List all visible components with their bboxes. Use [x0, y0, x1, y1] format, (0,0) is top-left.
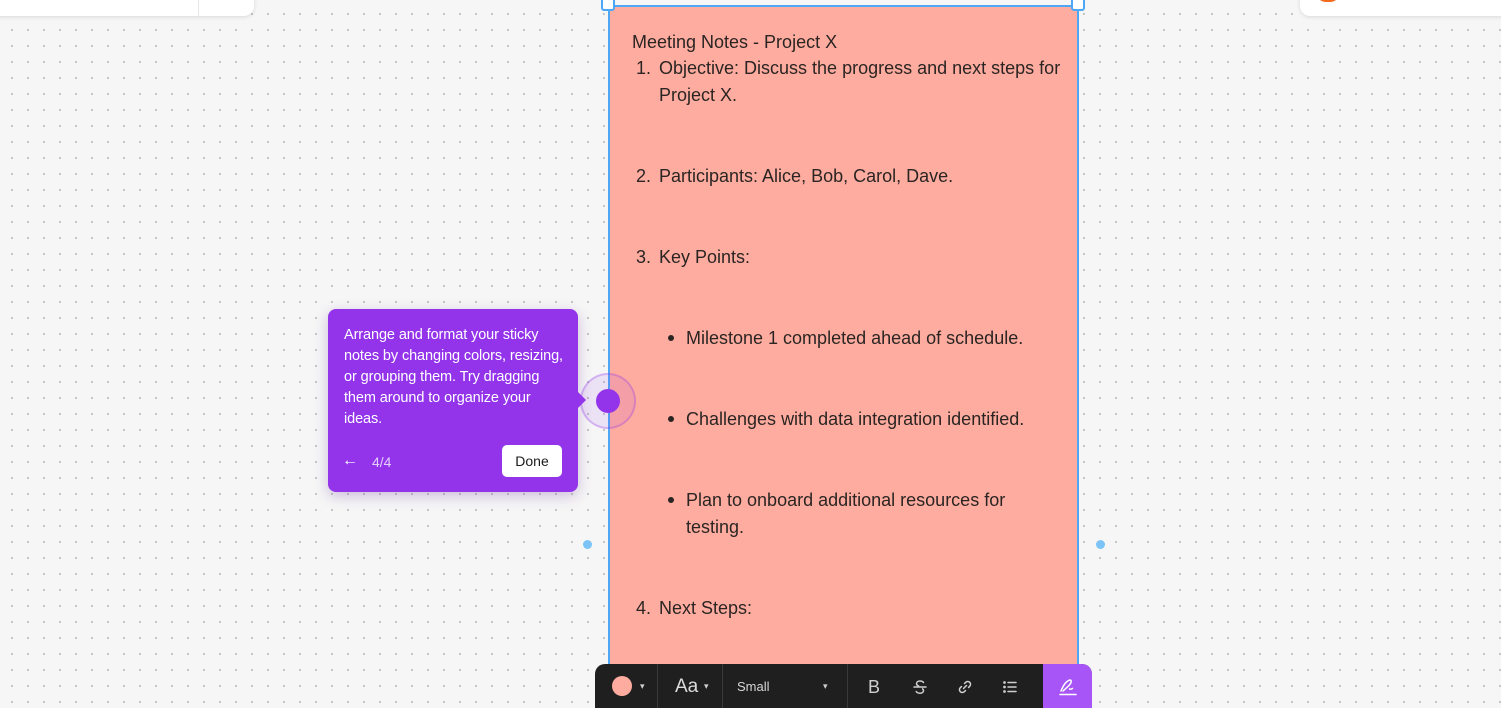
panel-divider — [198, 0, 199, 16]
toolbar-divider — [657, 664, 658, 708]
bullet-icon — [668, 416, 674, 422]
list-icon[interactable] — [997, 674, 1023, 700]
top-left-panel — [0, 0, 254, 16]
tour-popover: Arrange and format your sticky notes by … — [328, 309, 586, 492]
list-number: 1. — [636, 58, 652, 78]
chevron-down-icon[interactable]: ▾ — [704, 681, 709, 692]
toolbar-divider — [722, 664, 723, 708]
toolbar-divider — [847, 664, 848, 708]
bold-icon[interactable]: B — [861, 674, 887, 700]
list-text: Next Steps: — [659, 598, 753, 618]
list-text: Objective: Discuss the progress and next… — [659, 58, 1061, 105]
color-swatch[interactable] — [612, 676, 632, 696]
list-text: Key Points: — [659, 247, 751, 267]
font-size-value[interactable]: Small — [737, 679, 770, 694]
bullet-icon — [668, 335, 674, 341]
font-icon[interactable]: Aa — [675, 676, 698, 698]
chevron-down-icon[interactable]: ▾ — [823, 681, 828, 692]
bullet-text: Plan to onboard additional resources for… — [686, 490, 1006, 537]
bullet-text: Challenges with data integration identif… — [686, 409, 1025, 429]
top-right-panel — [1300, 0, 1501, 16]
signature-icon — [1058, 679, 1077, 696]
connector-dot-left[interactable] — [583, 540, 592, 549]
signature-button[interactable] — [1043, 664, 1092, 708]
back-arrow-icon[interactable]: ← — [342, 451, 358, 471]
tour-message: Arrange and format your sticky notes by … — [344, 327, 563, 427]
tour-beacon[interactable] — [596, 389, 620, 413]
resize-handle-top-right[interactable] — [1071, 0, 1085, 11]
resize-handle-top-left[interactable] — [601, 0, 615, 11]
list-number: 3. — [636, 247, 652, 267]
popover-arrow — [577, 391, 586, 409]
strikethrough-icon[interactable] — [907, 674, 933, 700]
list-text: Participants: Alice, Bob, Carol, Dave. — [659, 166, 954, 186]
tour-step-counter: 4/4 — [372, 454, 392, 470]
bullet-icon — [668, 497, 674, 503]
format-toolbar: ▾ Aa ▾ Small ▾ B — [595, 664, 1092, 708]
bullet-text: Milestone 1 completed ahead of schedule. — [686, 328, 1024, 348]
avatar[interactable] — [1316, 0, 1340, 2]
link-icon[interactable] — [952, 674, 978, 700]
note-title: Meeting Notes - Project X — [632, 32, 838, 52]
done-button[interactable]: Done — [502, 445, 562, 477]
list-number: 2. — [636, 166, 652, 186]
chevron-down-icon[interactable]: ▾ — [640, 681, 645, 692]
list-number: 4. — [636, 598, 652, 618]
connector-dot-right[interactable] — [1096, 540, 1105, 549]
